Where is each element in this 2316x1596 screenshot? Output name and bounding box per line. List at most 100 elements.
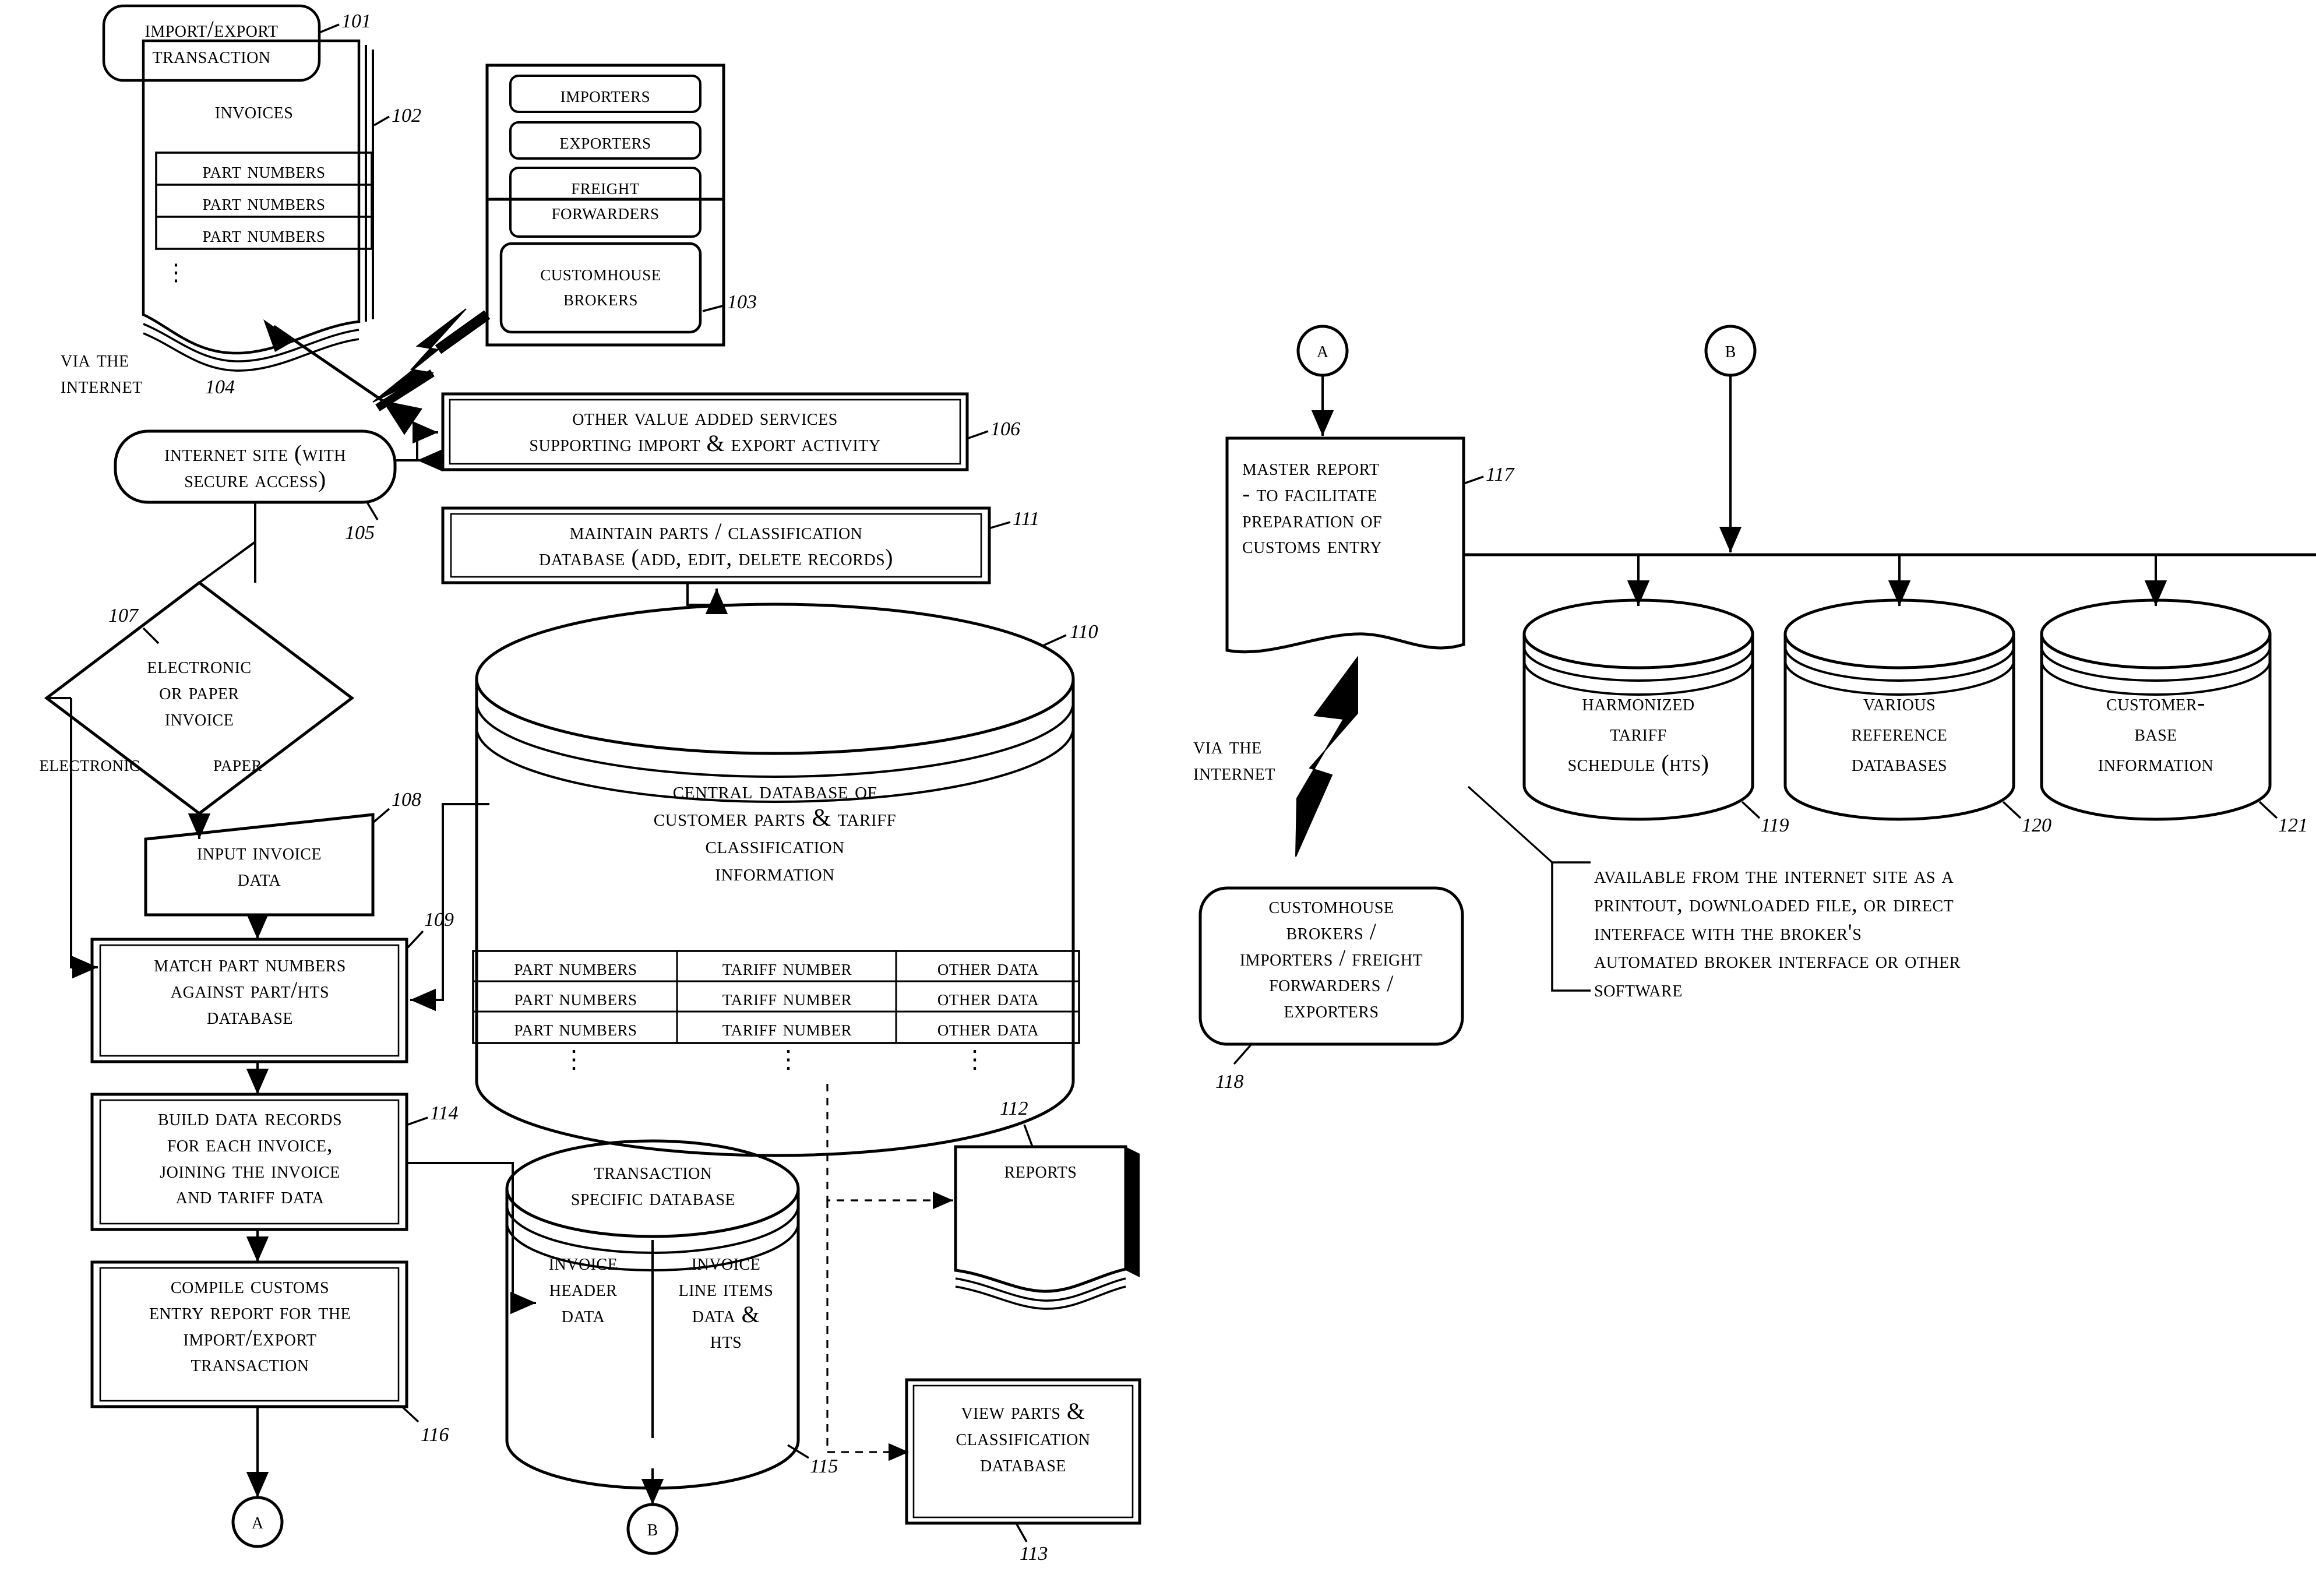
connector-A-bottom-letter: A [251,1507,264,1534]
ref-121: 121 [2278,815,2308,836]
link-110-to-112 [826,1084,909,1202]
node-118-label: Customhouse Brokers / Importers / Freigh… [1239,892,1423,1023]
node-110-cell-r0c0: Part Numbers [514,956,637,980]
node-115-title: Transaction Specific Database [570,1158,736,1210]
node-108-label: Input Invoice Data [196,838,322,891]
link-105-to-106 [395,421,438,461]
node-110-bottom [475,1080,1075,1157]
node-109-label: Match Part Numbers Against Part/HTS Data… [154,950,346,1029]
ref-108-leader [372,808,390,824]
link-114-to-115 [407,1162,514,1303]
node-121-bottom [2040,785,2272,821]
node-110-cell-r2c0: Part Numbers [514,1016,637,1041]
ref-110: 110 [1070,621,1098,643]
node-120-bottom [1783,785,2015,821]
node-103-item-1: Exporters [559,129,651,154]
ref-114: 114 [430,1102,459,1124]
ref-102-leader [373,115,390,126]
ref-110-leader [1042,634,1067,647]
ref-117: 117 [1486,464,1514,485]
node-106-label: Other Value Added Services Supporting Im… [529,404,881,456]
link-111-to-110 [686,583,717,606]
node-116-label: Compile Customs Entry Report for the Imp… [149,1272,351,1377]
availability-leader [1467,785,1553,864]
ref-107-leader [142,627,160,644]
lightning-bolt-left [372,308,467,403]
connector-A-top-right-letter: A [1316,336,1329,362]
node-121-label: Customer- Base Information [2098,689,2214,776]
ref-116: 116 [421,1424,449,1446]
ref-118-leader [1233,1043,1253,1065]
node-119-top-ellipse [1522,598,1754,670]
ref-111: 111 [1013,508,1039,530]
node-110-cell-r2c1: Tariff Number [722,1016,852,1041]
node-121-rim-1 [2040,646,2271,682]
node-113-label: View Parts & Classification Database [956,1398,1091,1477]
node-110-label: Central Database of Customer Parts & Tar… [653,777,897,887]
ref-112-leader [1023,1124,1034,1147]
link-110-to-113 [826,1200,909,1461]
node-102-row-1: Part Numbers [202,191,326,215]
node-102-ellipsis: ⋮ [164,259,188,286]
ref-104: 104 [205,376,235,398]
ref-113-leader [1015,1523,1028,1542]
connector-B-top-right-letter: B [1725,336,1736,362]
node-101-label: Import/Export Transaction [144,16,279,68]
node-102-row-0: Part Numbers [202,158,326,183]
ref-119-leader [1741,801,1761,819]
node-110-ellipsis-col1: ⋮ [776,1047,801,1073]
branch-label-electronic: Electronic [39,752,140,776]
label-via-internet-right: Via the Internet [1193,732,1275,785]
node-110-cell-r1c0: Part Numbers [514,986,637,1010]
node-115-left-col: Invoice Header Data [548,1249,618,1327]
node-103-item-2: Freight Forwarders [551,175,660,224]
ref-120-leader [2002,801,2022,819]
node-112-edge-shade [1126,1147,1140,1277]
node-120-rim-1 [1784,646,2015,682]
node-110-rim-1 [475,702,1074,778]
ref-118: 118 [1215,1071,1244,1093]
node-112-label: Reports [1004,1157,1077,1183]
ref-109-leader [407,930,424,949]
node-110-ellipsis-col2: ⋮ [963,1047,987,1073]
node-107-label: Electronic or Paper Invoice [147,652,252,731]
ref-121-leader [2258,801,2278,819]
node-110-ellipsis-col0: ⋮ [562,1047,586,1073]
node-119-label: Harmonized Tariff Schedule (HTS) [1567,689,1709,776]
ref-108: 108 [392,789,421,811]
ref-109: 109 [424,909,454,931]
ref-105: 105 [345,522,375,544]
node-120-label: Various Reference Databases [1851,689,1948,776]
ref-114-leader [407,1116,428,1126]
ref-103: 103 [727,291,757,313]
node-105-label: Internet Site (with Secure Access) [164,440,346,492]
ref-101-leader [319,23,340,34]
node-114-label: Build Data Records for Each Invoice, Joi… [157,1104,343,1209]
node-110-cell-r1c1: Tariff Number [722,986,852,1010]
patent-figure-canvas: Import/Export Transaction 101 Invoices P… [0,0,2316,1596]
ref-105-leader [366,502,379,520]
branch-electronic-line [70,698,98,979]
ref-101: 101 [341,10,371,32]
ref-119: 119 [1761,815,1789,836]
availability-bracket [1551,861,1591,992]
node-119-bottom [1522,785,1754,821]
node-110-top-ellipse [475,603,1075,755]
node-103-item-0: Importers [560,83,651,107]
branch-label-paper: Paper [213,752,263,776]
node-111-label: Maintain Parts / Classification Database… [539,518,893,570]
node-102-title: Invoices [214,97,294,124]
node-120-top-ellipse [1783,598,2015,670]
connector-B-bottom-letter: B [647,1514,658,1541]
node-102-row-2: Part Numbers [202,223,326,247]
availability-note-label: Available from the Internet Site as a Pr… [1594,862,1961,1002]
node-119-rim-1 [1523,646,1754,682]
ref-120: 120 [2022,815,2051,836]
ref-107: 107 [108,605,138,626]
node-110-cell-r0c2: Other Data [937,956,1039,980]
ref-116-leader [401,1405,420,1423]
node-121-top-ellipse [2040,598,2272,670]
node-112-wave2 [955,1277,1126,1302]
node-110-cell-r0c1: Tariff Number [722,956,852,980]
ref-115: 115 [810,1456,838,1477]
